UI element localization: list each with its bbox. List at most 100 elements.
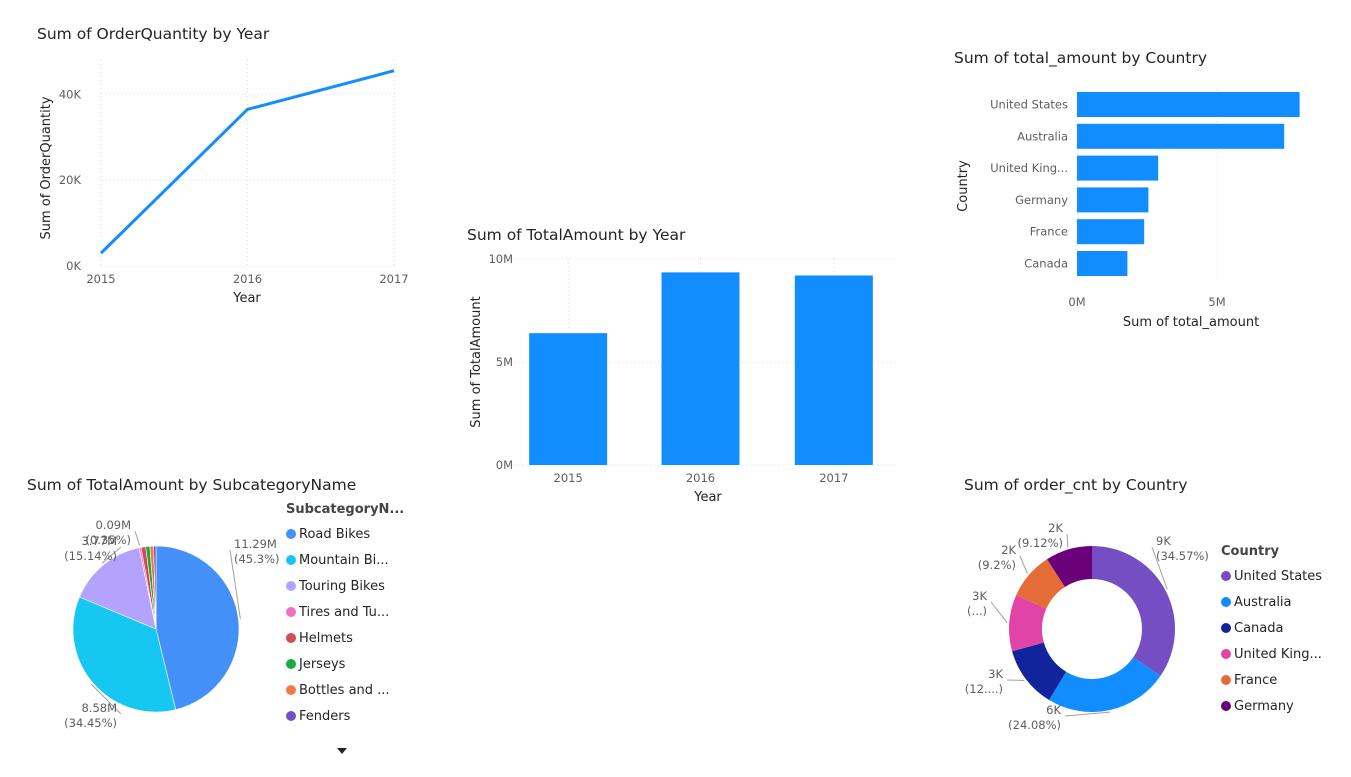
- year-bar-chart-ylabel: Sum of TotalAmount: [469, 296, 484, 427]
- country-bar-label: France: [1030, 225, 1068, 239]
- year-bar-chart-svg: Sum of TotalAmount Year 0M 5M 10M 2015 2016 2…: [469, 252, 895, 505]
- subcategory-pie-svg: 11.29M(45.3%)8.58M(34.45%)3.77M(15.14%)0…: [64, 518, 280, 730]
- subcategory-legend-title: SubcategoryN...: [286, 502, 405, 517]
- subcategory-legend-label: Fenders: [299, 708, 351, 724]
- subcategory-legend-marker: [286, 555, 296, 565]
- country-legend-marker: [1221, 597, 1231, 607]
- pie-data-label-percent: (45.3%): [234, 552, 280, 566]
- legend-scroll-down-icon[interactable]: [337, 748, 347, 754]
- donut-data-label-value: 2K: [1048, 521, 1063, 535]
- country-bar-chart-svg: Country Sum of total_amount 0M 5M United S…: [956, 89, 1300, 330]
- subcategory-legend-item[interactable]: Fenders: [286, 703, 404, 729]
- donut-data-label-percent: (34.57%): [1156, 549, 1209, 563]
- donut-data-label-percent: (...): [967, 604, 987, 618]
- subcategory-legend-label: Bottles and ...: [299, 682, 390, 698]
- country-legend-item[interactable]: Canada: [1221, 615, 1322, 641]
- donut-leader-line: [1064, 711, 1111, 717]
- subcategory-pie-visual[interactable]: Sum of TotalAmount by SubcategoryName 11…: [10, 470, 410, 765]
- donut-data-label-value: 9K: [1156, 534, 1171, 548]
- donut-data-label-percent: (12....): [965, 682, 1003, 696]
- year-bar-xtick: 2015: [554, 471, 583, 485]
- country-donut-svg: 9K(34.57%)6K(24.08%)3K(12....)3K(...)2K(…: [965, 521, 1209, 732]
- country-bar-xtick: 5M: [1208, 295, 1225, 309]
- subcategory-legend-marker: [286, 607, 296, 617]
- country-donut-visual[interactable]: Sum of order_cnt by Country 9K (34.57%) 6K…: [950, 470, 1350, 765]
- country-bar-chart-visual[interactable]: Sum of total_amount by Country Country S…: [940, 45, 1345, 345]
- donut-data-label-percent: (24.08%): [1008, 718, 1061, 732]
- donut-data-label-value: 3K: [988, 667, 1003, 681]
- line-chart-ytick: 40K: [59, 87, 82, 101]
- pie-leader-line: [134, 530, 141, 546]
- year-bar-ytick: 5M: [496, 355, 513, 369]
- country-legend-marker: [1221, 623, 1231, 633]
- subcategory-legend-label: Touring Bikes: [299, 578, 385, 594]
- country-legend-item[interactable]: United King...: [1221, 641, 1322, 667]
- country-bar-label: United King...: [990, 161, 1068, 175]
- subcategory-legend-label: Tires and Tu...: [299, 604, 390, 620]
- country-legend-item[interactable]: France: [1221, 667, 1322, 693]
- pie-data-label-value: 8.58M: [81, 701, 117, 715]
- donut-data-label-percent: (9.2%): [978, 558, 1016, 572]
- donut-data-label-value: 2K: [1001, 543, 1016, 557]
- subcategory-legend-label: Road Bikes: [299, 526, 371, 542]
- subcategory-legend-marker: [286, 711, 296, 721]
- subcategory-legend-label: Jerseys: [299, 656, 346, 672]
- donut-data-label-percent: (9.12%): [1017, 536, 1063, 550]
- subcategory-legend-item[interactable]: Helmets: [286, 625, 404, 651]
- year-bar-chart-xlabel: Year: [693, 490, 722, 505]
- subcategory-legend-item[interactable]: Road Bikes: [286, 521, 404, 547]
- country-bar: [1077, 155, 1159, 181]
- year-bar-chart-visual[interactable]: Sum of TotalAmount by Year Sum of TotalA…: [455, 220, 905, 510]
- country-legend-label: Germany: [1234, 698, 1294, 714]
- year-bar-xtick: 2017: [819, 471, 848, 485]
- country-legend-marker: [1221, 675, 1231, 685]
- pie-data-label-percent: (0.35%): [85, 533, 131, 547]
- donut-data-label-value: 3K: [972, 589, 987, 603]
- country-bar-label: Germany: [1015, 193, 1068, 207]
- country-legend-label: Australia: [1234, 594, 1292, 610]
- country-bar-label: Canada: [1024, 257, 1068, 271]
- line-chart-xtick: 2017: [379, 272, 408, 286]
- subcategory-legend-marker: [286, 685, 296, 695]
- country-bar-chart-xlabel: Sum of total_amount: [1123, 315, 1259, 330]
- country-legend-item[interactable]: United States: [1221, 563, 1322, 589]
- country-bar-label: United States: [990, 98, 1068, 112]
- subcategory-legend-marker: [286, 633, 296, 643]
- country-legend-label: United King...: [1234, 646, 1322, 662]
- country-legend-marker: [1221, 649, 1231, 659]
- subcategory-legend-item[interactable]: Mountain Bi...: [286, 547, 404, 573]
- subcategory-legend-label: Mountain Bi...: [299, 552, 389, 568]
- country-legend-item[interactable]: Germany: [1221, 693, 1322, 719]
- line-chart-visual[interactable]: Sum of OrderQuantity by Year Sum of Orde…: [20, 20, 420, 310]
- subcategory-legend-item[interactable]: Bottles and ...: [286, 677, 404, 703]
- country-legend-label: United States: [1234, 568, 1323, 584]
- subcategory-legend: SubcategoryN... Road Bikes Mountain Bi...…: [286, 502, 404, 729]
- country-legend-item[interactable]: Australia: [1221, 589, 1322, 615]
- country-legend-marker: [1221, 571, 1231, 581]
- line-chart-ylabel: Sum of OrderQuantity: [39, 96, 54, 239]
- country-bar-chart-ylabel: Country: [956, 160, 971, 212]
- country-bar: [1077, 92, 1300, 117]
- country-legend-label: Canada: [1234, 620, 1284, 636]
- year-bar: [661, 272, 740, 465]
- subcategory-legend-item[interactable]: Tires and Tu...: [286, 599, 404, 625]
- line-chart-xlabel: Year: [232, 291, 261, 306]
- country-legend-marker: [1221, 701, 1231, 711]
- subcategory-legend-item[interactable]: Jerseys: [286, 651, 404, 677]
- year-bar: [794, 275, 873, 465]
- country-legend-label: France: [1234, 672, 1278, 688]
- pie-data-label-percent: (34.45%): [64, 716, 117, 730]
- subcategory-legend-marker: [286, 529, 296, 539]
- donut-data-label-value: 6K: [1046, 703, 1061, 717]
- line-chart-series: [99, 69, 395, 255]
- donut-slice: [1092, 546, 1175, 676]
- subcategory-legend-label: Helmets: [299, 630, 353, 646]
- subcategory-legend-item[interactable]: Touring Bikes: [286, 573, 404, 599]
- subcategory-legend-marker: [286, 659, 296, 669]
- year-bar-ytick: 10M: [488, 252, 513, 266]
- country-bar: [1077, 251, 1128, 276]
- subcategory-legend-marker: [286, 581, 296, 591]
- country-legend-title: Country: [1221, 544, 1280, 559]
- line-chart-ytick: 20K: [59, 173, 82, 187]
- country-bar-xtick: 0M: [1068, 295, 1085, 309]
